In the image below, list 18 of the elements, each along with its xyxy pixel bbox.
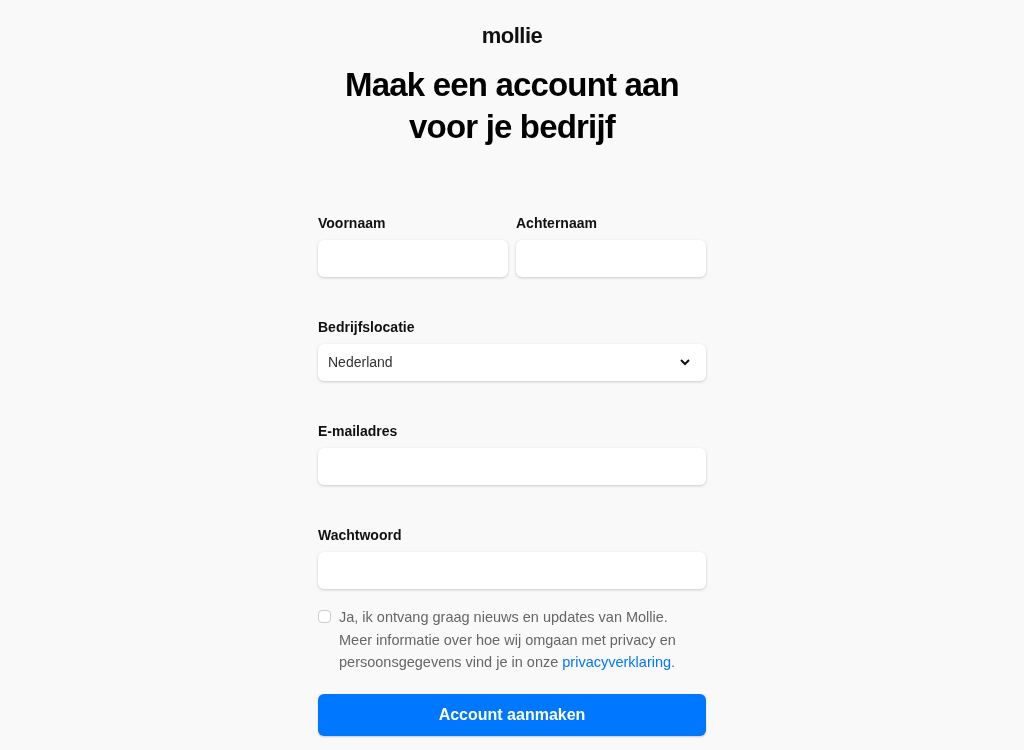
submit-button[interactable]: Account aanmaken [318, 693, 706, 736]
field-label: Voornaam [318, 214, 387, 232]
input-field[interactable] [318, 448, 706, 485]
select-field[interactable]: Nederland [318, 344, 706, 381]
logo: mollie [481, 22, 543, 50]
field-label: E-mailadres [318, 422, 399, 440]
privacy-link[interactable]: privacyverklaring [562, 654, 672, 670]
chevron-down-icon [680, 359, 690, 366]
field-label: Achternaam [516, 214, 598, 232]
field-label: Bedrijfslocatie [318, 318, 416, 336]
page-title: Maak een account aan voor je bedrijf [344, 65, 680, 147]
checkbox[interactable] [318, 610, 331, 623]
input-field[interactable] [318, 552, 706, 589]
input-field[interactable] [516, 240, 706, 277]
input-field[interactable] [318, 240, 508, 277]
select-value: Nederland [328, 353, 393, 372]
field-label: Wachtwoord [318, 526, 403, 544]
consent-text: Ja, ik ontvang graag nieuws en updates van Mollie. Meer informatie over hoe wij omgaan met privacy en persoonsgegevens vind je in onze privacyverklaring. [339, 608, 677, 672]
